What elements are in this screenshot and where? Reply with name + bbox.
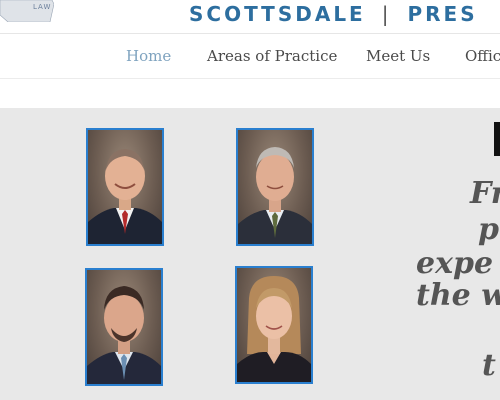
brand-right: PRES: [407, 2, 478, 26]
tagline-line-5: t: [482, 348, 496, 383]
spacer-band: [0, 79, 500, 108]
attorney-photo-4[interactable]: [235, 266, 313, 384]
attorney-photo-2[interactable]: [236, 128, 314, 246]
nav-areas-of-practice[interactable]: Areas of Practice: [207, 47, 337, 65]
nav-office[interactable]: Office: [465, 47, 500, 65]
tagline-line-4: the w: [416, 278, 500, 313]
logo-text: LAW: [33, 3, 52, 11]
tagline-line-1: Fr: [470, 176, 500, 211]
site-wordmark[interactable]: SCOTTSDALE | PRES: [189, 2, 478, 26]
attorney-photo-3[interactable]: [85, 268, 163, 386]
tagline-line-3: expe: [416, 246, 494, 281]
nav-meet-us[interactable]: Meet Us: [366, 47, 430, 65]
tagline-line-2: p: [478, 212, 499, 247]
arizona-map-logo[interactable]: LAW: [0, 0, 54, 22]
brand-separator: |: [381, 2, 392, 26]
heading-fragment: [494, 122, 500, 156]
brand-left: SCOTTSDALE: [189, 2, 366, 26]
site-header: LAW SCOTTSDALE | PRES: [0, 0, 500, 34]
nav-home[interactable]: Home: [126, 47, 171, 65]
team-section: Fr p expe the w t: [0, 108, 500, 400]
main-nav: Home Areas of Practice Meet Us Office: [0, 34, 500, 79]
attorney-photo-1[interactable]: [86, 128, 164, 246]
